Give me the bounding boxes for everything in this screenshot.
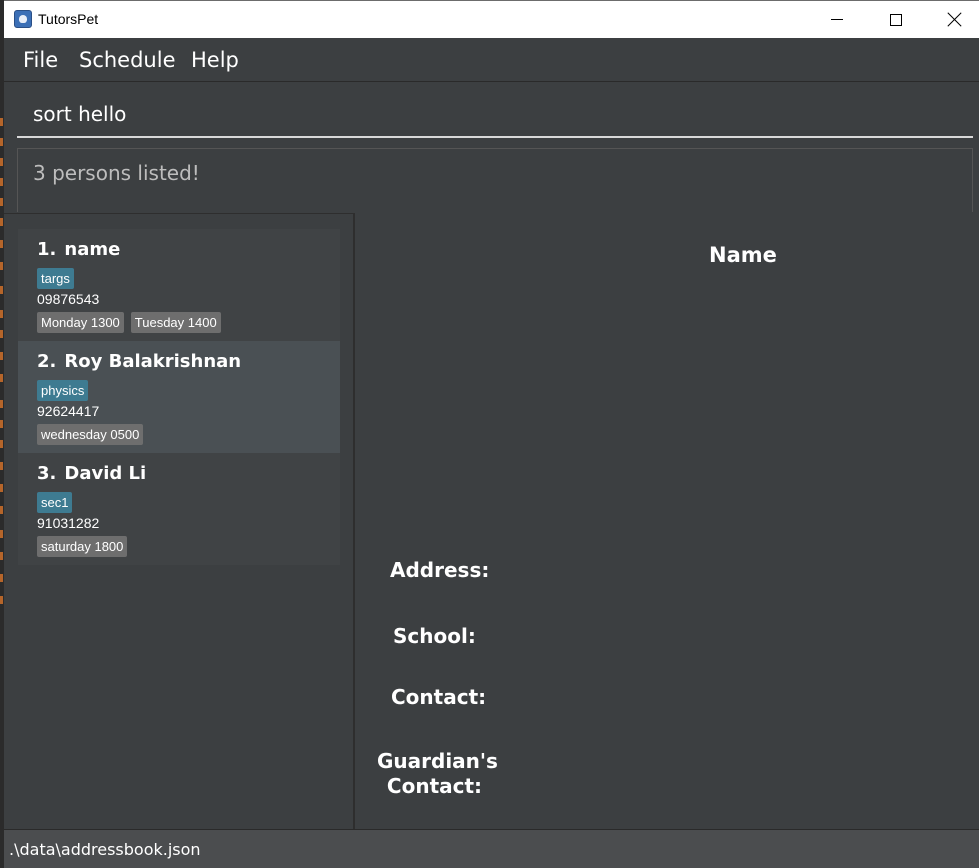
person-name: 3. David Li xyxy=(37,463,321,488)
lesson-badge: Tuesday 1400 xyxy=(130,312,221,333)
result-message: 3 persons listed! xyxy=(33,161,200,185)
command-input[interactable] xyxy=(17,92,973,136)
person-list-panel: 1. name targs 09876543 Monday 1300 Tuesd… xyxy=(4,213,355,829)
person-list[interactable]: 1. name targs 09876543 Monday 1300 Tuesd… xyxy=(18,229,340,565)
app-window: TutorsPet File Schedule Help 3 persons l… xyxy=(4,0,979,868)
lesson-list: saturday 1800 xyxy=(37,536,321,557)
menu-file[interactable]: File xyxy=(23,48,58,72)
person-phone: 09876543 xyxy=(37,291,100,307)
person-name: 1. name xyxy=(37,239,321,264)
result-display: 3 persons listed! xyxy=(17,148,973,212)
person-name: 2. Roy Balakrishnan xyxy=(37,351,321,376)
lesson-list: Monday 1300 Tuesday 1400 xyxy=(37,312,321,333)
close-icon xyxy=(947,12,962,27)
person-index: 1. xyxy=(37,239,57,260)
window-title: TutorsPet xyxy=(38,11,99,27)
minimize-icon xyxy=(831,19,843,20)
title-bar[interactable]: TutorsPet xyxy=(4,0,979,38)
lesson-badge: Monday 1300 xyxy=(37,312,124,333)
tag-badge: physics xyxy=(37,380,89,401)
menu-bar: File Schedule Help xyxy=(4,38,979,82)
person-name-text: David Li xyxy=(64,463,147,484)
maximize-button[interactable] xyxy=(867,1,925,38)
command-box xyxy=(17,92,973,138)
school-label: School: xyxy=(393,624,476,648)
person-phone: 91031282 xyxy=(37,515,100,531)
tag-badge: sec1 xyxy=(37,492,73,513)
maximize-icon xyxy=(890,13,902,26)
person-card[interactable]: 3. David Li sec1 91031282 saturday 1800 xyxy=(18,453,340,565)
status-bar: .\data\addressbook.json xyxy=(4,829,979,868)
person-index: 3. xyxy=(37,463,57,484)
guardian-label-line2: Contact: xyxy=(386,774,483,798)
lesson-badge: saturday 1800 xyxy=(37,536,128,557)
person-name-text: name xyxy=(64,239,121,260)
contact-label: Contact: xyxy=(391,685,487,709)
guardian-contact-label: Guardian's Contact: xyxy=(377,749,498,799)
menu-schedule[interactable]: Schedule xyxy=(79,48,176,72)
minimize-button[interactable] xyxy=(808,1,866,38)
address-label: Address: xyxy=(390,558,490,582)
close-button[interactable] xyxy=(925,1,979,38)
menu-help[interactable]: Help xyxy=(191,48,239,72)
detail-name: Name xyxy=(709,243,777,267)
guardian-label-line1: Guardian's xyxy=(377,749,498,773)
file-path: .\data\addressbook.json xyxy=(9,840,201,859)
person-index: 2. xyxy=(37,351,57,372)
person-card[interactable]: 1. name targs 09876543 Monday 1300 Tuesd… xyxy=(18,229,340,341)
lesson-badge: wednesday 0500 xyxy=(37,424,144,445)
tag-badge: targs xyxy=(37,268,74,289)
person-card[interactable]: 2. Roy Balakrishnan physics 92624417 wed… xyxy=(18,341,340,453)
lesson-list: wednesday 0500 xyxy=(37,424,321,445)
person-name-text: Roy Balakrishnan xyxy=(64,351,242,372)
app-logo-icon xyxy=(14,10,32,28)
person-detail-panel: Name Address: School: Contact: Guardian'… xyxy=(355,213,979,829)
person-phone: 92624417 xyxy=(37,403,100,419)
